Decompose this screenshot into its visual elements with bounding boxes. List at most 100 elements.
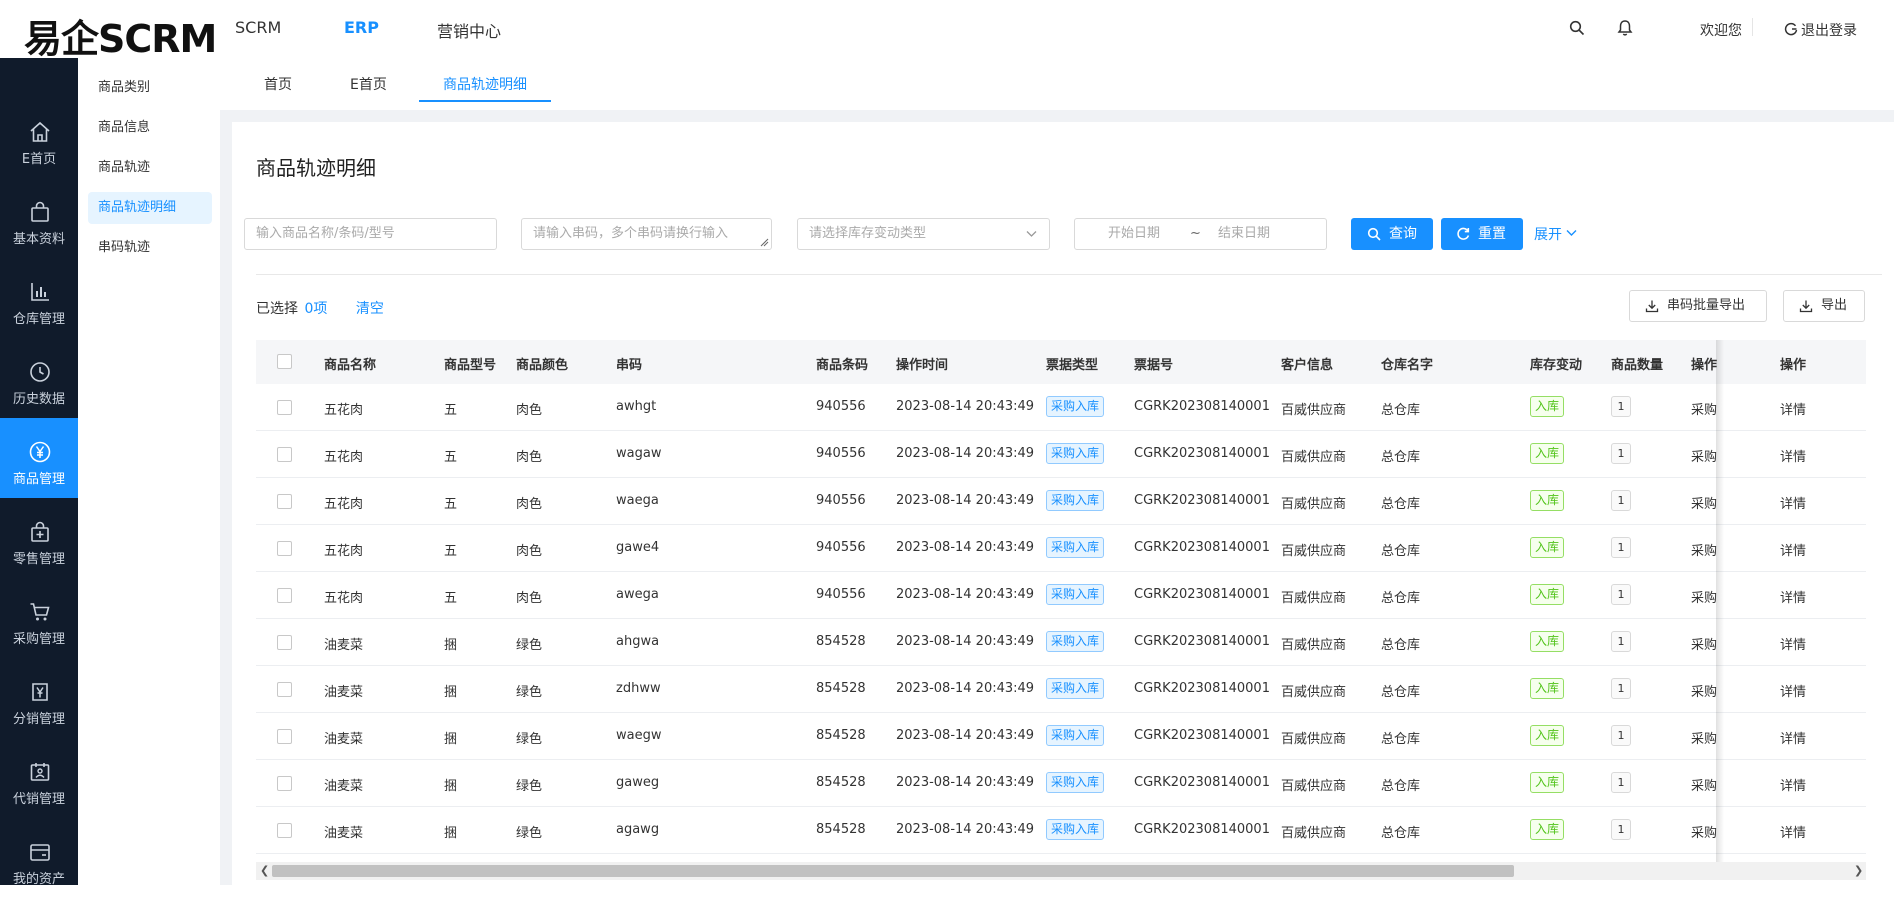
topnav-marketing[interactable]: 营销中心 — [437, 18, 501, 42]
bill-type-tag: 采购入库 — [1046, 631, 1105, 652]
detail-link[interactable]: 详情 — [1780, 399, 1806, 418]
warehouse-cell: 总仓库 — [1381, 638, 1421, 653]
date-range-picker[interactable]: 开始日期 ~ 结束日期 — [1074, 218, 1327, 250]
serial-cell: ahgwa — [616, 634, 660, 649]
sidebar-item-history[interactable]: 历史数据 — [0, 338, 78, 418]
submenu-item-serial-track[interactable]: 串码轨迹 — [88, 232, 212, 264]
topnav-erp[interactable]: ERP — [344, 18, 379, 37]
sidebar-item-warehouse[interactable]: 仓库管理 — [0, 258, 78, 338]
quantity-badge: 1 — [1611, 396, 1631, 417]
submenu-item-track-detail[interactable]: 商品轨迹明细 — [88, 192, 212, 224]
clear-selection-link[interactable]: 清空 — [356, 301, 384, 317]
sidebar-item-distribution[interactable]: 分销管理 — [0, 658, 78, 738]
select-placeholder: 请选择库存变动类型 — [809, 226, 927, 241]
detail-link[interactable]: 详情 — [1780, 728, 1806, 747]
detail-link[interactable]: 详情 — [1780, 822, 1806, 841]
bill-number-link[interactable]: CGRK202308140001 — [1134, 822, 1270, 837]
detail-link[interactable]: 详情 — [1780, 540, 1806, 559]
row-checkbox[interactable] — [277, 447, 292, 462]
sidebar-item-purchase[interactable]: 采购管理 — [0, 578, 78, 658]
row-checkbox[interactable] — [277, 635, 292, 650]
bill-number-link[interactable]: CGRK202308140001 — [1134, 493, 1270, 508]
query-button-label: 查询 — [1389, 226, 1417, 242]
detail-link[interactable]: 详情 — [1780, 634, 1806, 653]
col-header: 商品数量 — [1611, 358, 1664, 373]
stock-change-type-select[interactable]: 请选择库存变动类型 — [797, 218, 1050, 250]
sidebar-item-basic-data[interactable]: 基本资料 — [0, 178, 78, 258]
scroll-thumb[interactable] — [272, 865, 1514, 877]
query-button[interactable]: 查询 — [1351, 218, 1433, 250]
topnav-scrm[interactable]: SCRM — [235, 18, 281, 37]
row-checkbox[interactable] — [277, 729, 292, 744]
bill-number-link[interactable]: CGRK202308140001 — [1134, 775, 1270, 790]
end-date-input[interactable]: 结束日期 — [1218, 219, 1270, 249]
row-checkbox[interactable] — [277, 823, 292, 838]
row-checkbox[interactable] — [277, 588, 292, 603]
product-search-input[interactable]: 输入商品名称/条码/型号 — [244, 218, 497, 250]
start-date-input[interactable]: 开始日期 — [1108, 219, 1160, 249]
detail-link[interactable]: 详情 — [1780, 587, 1806, 606]
barcode-cell: 940556 — [816, 540, 866, 555]
sidebar-item-consignment[interactable]: 代销管理 — [0, 738, 78, 818]
expand-toggle[interactable]: 展开 — [1534, 224, 1577, 244]
detail-link[interactable]: 详情 — [1780, 775, 1806, 794]
sidebar-item-retail[interactable]: 零售管理 — [0, 498, 78, 578]
bill-number-link[interactable]: CGRK202308140001 — [1134, 399, 1270, 414]
bill-type-tag: 采购入库 — [1046, 443, 1105, 464]
select-all-checkbox[interactable] — [277, 354, 292, 369]
detail-link[interactable]: 详情 — [1780, 446, 1806, 465]
bill-number-link[interactable]: CGRK202308140001 — [1134, 587, 1270, 602]
sidebar-item-e-home[interactable]: E首页 — [0, 98, 78, 178]
row-checkbox[interactable] — [277, 541, 292, 556]
bill-number-link[interactable]: CGRK202308140001 — [1134, 446, 1270, 461]
serial-textarea[interactable]: 请输入串码，多个串码请换行输入 — [521, 218, 772, 250]
sidebar-item-assets[interactable]: 我的资产 — [0, 818, 78, 898]
sidebar-item-label: E首页 — [21, 152, 57, 167]
app-logo: 易企SCRM — [24, 17, 217, 61]
logout-icon[interactable] — [1784, 22, 1798, 36]
serial-cell: waega — [616, 493, 659, 508]
resize-handle-icon[interactable] — [759, 237, 769, 247]
warehouse-cell: 总仓库 — [1381, 826, 1421, 841]
bill-number-link[interactable]: CGRK202308140001 — [1134, 540, 1270, 555]
operation-cell: 采购 — [1691, 826, 1717, 841]
serial-batch-export-button[interactable]: 串码批量导出 — [1629, 290, 1767, 322]
row-checkbox[interactable] — [277, 400, 292, 415]
product-name-cell: 油麦菜 — [324, 826, 364, 841]
tab-home[interactable]: 首页 — [264, 74, 292, 94]
tab-track-detail[interactable]: 商品轨迹明细 — [443, 74, 527, 94]
barcode-cell: 854528 — [816, 634, 866, 649]
search-icon — [1367, 227, 1381, 241]
sidebar-item-products[interactable]: 商品管理 — [0, 418, 78, 498]
bill-number-link[interactable]: CGRK202308140001 — [1134, 681, 1270, 696]
bill-number-link[interactable]: CGRK202308140001 — [1134, 728, 1270, 743]
retail-bag-icon — [31, 521, 49, 542]
detail-link[interactable]: 详情 — [1780, 493, 1806, 512]
export-button[interactable]: 导出 — [1783, 290, 1865, 322]
detail-link[interactable]: 详情 — [1780, 681, 1806, 700]
reset-button[interactable]: 重置 — [1441, 218, 1523, 250]
color-cell: 绿色 — [516, 685, 543, 700]
download-icon — [1645, 300, 1659, 313]
quantity-badge: 1 — [1611, 725, 1631, 746]
row-checkbox[interactable] — [277, 494, 292, 509]
product-name-cell: 五花肉 — [324, 450, 364, 465]
search-icon[interactable] — [1569, 20, 1585, 36]
bill-type-tag: 采购入库 — [1046, 396, 1105, 417]
submenu-item-category[interactable]: 商品类别 — [88, 72, 212, 104]
scroll-right-arrow[interactable]: ❯ — [1854, 865, 1864, 877]
submenu-item-info[interactable]: 商品信息 — [88, 112, 212, 144]
horizontal-scrollbar[interactable]: ❮ ❯ — [256, 862, 1866, 880]
logout-link[interactable]: 退出登录 — [1801, 20, 1857, 40]
tab-e-home[interactable]: E首页 — [350, 74, 387, 94]
sidebar-item-label: 我的资产 — [12, 872, 65, 887]
color-cell: 肉色 — [516, 544, 543, 559]
bill-number-link[interactable]: CGRK202308140001 — [1134, 634, 1270, 649]
stock-change-tag: 入库 — [1530, 772, 1565, 793]
bell-icon[interactable] — [1617, 19, 1633, 37]
operation-time-cell: 2023-08-14 20:43:49 — [896, 493, 1035, 508]
row-checkbox[interactable] — [277, 682, 292, 697]
submenu-item-track[interactable]: 商品轨迹 — [88, 152, 212, 184]
row-checkbox[interactable] — [277, 776, 292, 791]
scroll-left-arrow[interactable]: ❮ — [260, 865, 270, 877]
